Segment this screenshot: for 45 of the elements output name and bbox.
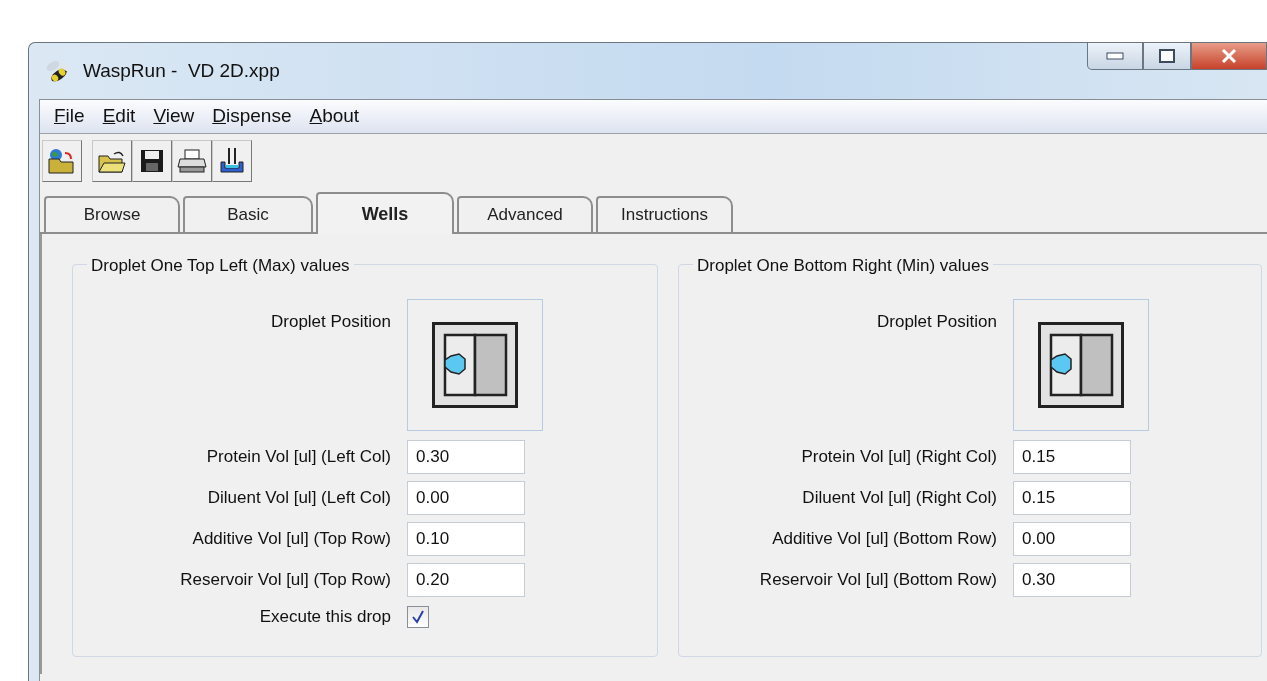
tab[interactable]: Browse (44, 196, 180, 232)
tab[interactable]: Wells (316, 192, 454, 234)
maximize-button[interactable] (1143, 43, 1191, 70)
toolbar-button[interactable] (212, 140, 252, 182)
input-field[interactable]: 0.15 (1013, 440, 1131, 474)
field-label: Protein Vol [ul] (Right Col) (800, 446, 997, 469)
menu-item[interactable]: Edit (102, 102, 136, 131)
menu-item[interactable]: View (153, 102, 195, 131)
field-label: Protein Vol [ul] (Left Col) (205, 446, 391, 469)
field-label: Diluent Vol [ul] (Left Col) (206, 487, 391, 510)
window-title: WaspRun - VD 2D.xpp (83, 58, 280, 83)
field-label: Droplet Position (270, 311, 391, 333)
menu-item[interactable]: About (309, 102, 360, 131)
close-icon (1221, 48, 1237, 63)
input-field[interactable]: 0.00 (1013, 522, 1131, 556)
toolbar-button[interactable] (172, 140, 212, 182)
checkbox[interactable] (407, 605, 429, 628)
field-label: Additive Vol [ul] (Bottom Row) (771, 528, 997, 551)
input-field[interactable]: 0.20 (407, 563, 525, 597)
input-field[interactable]: 0.00 (407, 481, 525, 515)
field-label: Droplet Position (876, 311, 997, 333)
input-field[interactable]: 0.15 (1013, 481, 1131, 515)
tab[interactable]: Basic (183, 196, 313, 232)
toolbar-button[interactable] (92, 140, 132, 182)
printer-icon (177, 148, 207, 174)
input-field[interactable]: 0.10 (407, 522, 525, 556)
menu-item[interactable]: File (54, 102, 85, 131)
maximize-icon (1159, 48, 1175, 63)
close-button[interactable] (1191, 43, 1267, 70)
tab[interactable]: Instructions (596, 196, 733, 232)
check-icon (411, 609, 425, 624)
toolbar-button[interactable] (132, 140, 172, 182)
field-label: Additive Vol [ul] (Top Row) (191, 528, 391, 551)
field-label: Diluent Vol [ul] (Right Col) (801, 487, 997, 510)
field-label: Reservoir Vol [ul] (Top Row) (179, 569, 391, 592)
minimize-button[interactable] (1087, 43, 1143, 70)
menu-item[interactable]: Dispense (212, 102, 292, 131)
input-field[interactable]: 0.30 (1013, 563, 1131, 597)
folder-globe-icon (47, 147, 77, 175)
minimize-icon (1106, 51, 1124, 60)
input-field[interactable]: 0.30 (407, 440, 525, 474)
checkbox-label: Execute this drop (258, 606, 391, 628)
pipette-icon (218, 147, 246, 175)
tab[interactable]: Advanced (457, 196, 593, 232)
field-label: Reservoir Vol [ul] (Bottom Row) (758, 569, 997, 592)
